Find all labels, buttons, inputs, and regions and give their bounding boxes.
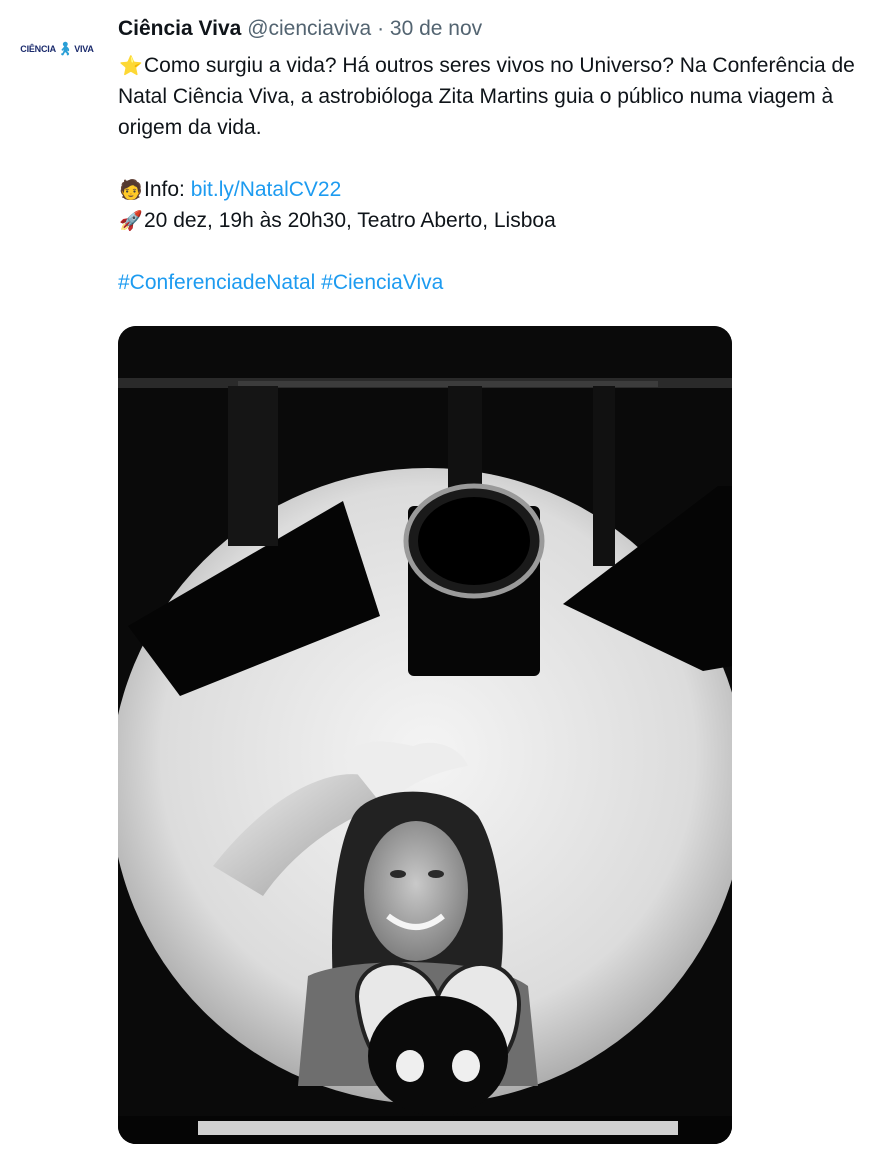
rocket-icon: 🚀 bbox=[119, 211, 143, 232]
header-separator: · bbox=[377, 17, 385, 40]
tweet-hashtags: #ConferenciadeNatal #CienciaViva bbox=[118, 267, 863, 298]
tweet-paragraph-1: ⭐Como surgiu a vida? Há outros seres viv… bbox=[118, 50, 863, 143]
tweet-card[interactable]: CIÊNCIA🚶︎VIVA Ciência Viva @cienciaviva … bbox=[0, 0, 880, 1154]
tweet-header: Ciência Viva @cienciaviva · 30 de nov bbox=[118, 14, 863, 44]
author-handle[interactable]: @cienciaviva bbox=[247, 17, 371, 40]
tweet-event-line: 🚀20 dez, 19h às 20h30, Teatro Aberto, Li… bbox=[118, 205, 863, 236]
avatar-logo: CIÊNCIA🚶︎VIVA bbox=[20, 41, 94, 56]
tweet-date[interactable]: 30 de nov bbox=[390, 17, 482, 40]
tweet-info-line: 🧑Info: bit.ly/NatalCV22 bbox=[118, 174, 863, 205]
tweet-photo[interactable] bbox=[118, 326, 732, 1144]
author-name[interactable]: Ciência Viva bbox=[118, 17, 241, 40]
info-label: Info: bbox=[144, 178, 191, 201]
event-text: 20 dez, 19h às 20h30, Teatro Aberto, Lis… bbox=[144, 209, 556, 232]
scientist-icon: 🧑 bbox=[119, 180, 143, 201]
hashtag-link[interactable]: #CienciaViva bbox=[321, 271, 443, 294]
tweet-text: ⭐Como surgiu a vida? Há outros seres viv… bbox=[118, 50, 863, 298]
photo-image bbox=[118, 326, 732, 1144]
star-icon: ⭐ bbox=[119, 56, 143, 77]
person-figure-icon: 🚶︎ bbox=[56, 41, 74, 56]
tweet-content: Ciência Viva @cienciaviva · 30 de nov ⭐C… bbox=[118, 14, 863, 298]
avatar[interactable]: CIÊNCIA🚶︎VIVA bbox=[20, 20, 94, 78]
hashtag-link[interactable]: #ConferenciadeNatal bbox=[118, 271, 315, 294]
tweet-line1-text: Como surgiu a vida? Há outros seres vivo… bbox=[118, 54, 855, 139]
info-link[interactable]: bit.ly/NatalCV22 bbox=[191, 178, 342, 201]
